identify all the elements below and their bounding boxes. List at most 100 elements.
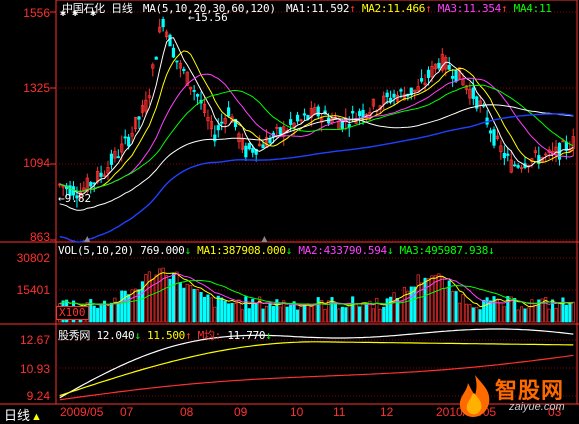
main-pane-title: 中国石化 日线 MA(5,10,20,30,60,120) MA1:11.592… [62,0,552,16]
vol-ma1-value: 387908.000 [222,244,286,257]
volume-pane-title: VOL(5,10,20) 769.000↓ MA1:387908.000↓ MA… [58,244,495,257]
volume-bar [96,307,100,323]
candle [247,143,251,150]
indicator-ma-label: M均: [197,329,222,342]
volume-bar [92,305,96,323]
volume-bar [464,303,468,323]
volume-bar [457,302,462,323]
volume-bar [471,307,475,323]
date-tick: 08 [180,405,194,419]
volume-bar [333,302,338,323]
date-tick: 11 [333,405,346,419]
vol-ma2-label: MA2: [298,244,324,257]
volume-axis-label: 30802 [16,251,50,265]
indicator-axis-label: 10.93 [19,362,50,376]
candle [420,78,424,82]
ma1-value: 11.592 [311,2,350,15]
ma3-arrow-icon: ↑ [501,2,508,15]
volume-bar [461,294,465,323]
volume-bar [354,304,358,323]
volume-bar [264,305,269,323]
candle [261,144,265,149]
indicator-axis-label: 9.24 [26,389,50,403]
price-chart[interactable] [0,0,579,423]
candle [123,136,127,139]
ma1-label: MA1: [285,2,312,15]
vol-ma2-value: 433790.594 [323,244,388,257]
volume-bar [478,309,482,323]
volume-bar [316,297,320,323]
volume-bar [189,285,193,323]
candle [492,129,496,146]
volume-bar [547,308,551,323]
price-axis-label: 1556 [23,6,50,20]
volume-bar [499,302,503,323]
volume-bar [171,273,176,323]
volume-bar [158,268,162,323]
volume-bar [399,300,403,323]
candle [171,47,176,58]
candle [89,182,93,187]
candle [454,70,458,82]
candle [154,56,158,60]
volume-bar [192,288,196,323]
volume-bar [113,297,117,323]
volume-bar [289,304,293,323]
volume-bar [564,304,568,323]
candle [220,121,224,124]
vol-ma3-label: MA3: [399,244,426,257]
volume-bar [299,306,303,323]
volume-bar [313,303,317,323]
volume-bar [233,303,238,323]
indicator-ma-arrow-icon: ↓ [265,329,272,342]
volume-bar [154,274,158,323]
volume-bar [364,302,369,323]
candle [116,156,120,159]
ma4-value: 11 [538,2,552,15]
watermark-logo: 智股网 zaiyue.com [455,371,575,421]
volume-bar [482,299,486,323]
candle [437,62,441,69]
volume-bar [178,282,182,323]
volume-bar [133,288,138,323]
ma2-arrow-icon: ↑ [425,2,432,15]
candle [516,165,520,168]
volume-value: 769.000 [140,244,185,257]
volume-bar [89,299,93,323]
volume-bar [116,302,120,323]
volume-bar [123,290,127,323]
low-price-annotation: ←9.82 [58,192,92,205]
volume-bar [278,306,282,323]
volume-bar [213,306,217,323]
candle [502,152,506,159]
volume-bar [406,290,410,323]
volume-bar [358,306,362,323]
volume-bar [533,305,537,323]
volume-bar [568,304,572,323]
candle [227,107,231,117]
volume-bar [475,306,479,323]
stock-name[interactable]: 中国石化 [62,2,105,15]
period-selector-button[interactable]: 日线▲ [2,405,44,424]
volume-bar [382,306,386,323]
volume-bar [371,308,375,323]
dropdown-triangle-icon: ▲ [31,411,42,423]
indicator-title[interactable]: 股秀网 [58,329,90,342]
volume-bar [220,297,224,323]
candle [99,172,103,177]
volume-bar [451,291,455,323]
volume-title[interactable]: VOL(5,10,20) [58,244,134,257]
volume-bar [127,294,131,323]
period-label[interactable]: 日线 [111,2,133,15]
volume-bar [106,305,110,323]
candle [564,141,568,151]
volume-bar [261,308,265,323]
candle [513,164,517,167]
volume-bar [489,300,493,323]
candle [357,111,362,117]
period-selector-label: 日线 [4,408,31,423]
candle [385,92,389,98]
volume-bar [502,306,506,323]
volume-bar [309,306,313,323]
volume-bar [271,306,275,323]
